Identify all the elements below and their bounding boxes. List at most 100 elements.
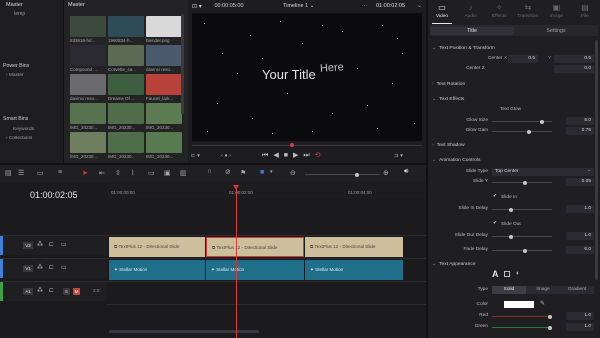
- viewer-options-icon[interactable]: ⊐ ▾: [394, 153, 403, 159]
- frame-corners-icon[interactable]: ⊏ ▾: [191, 153, 200, 159]
- media-clip-thumbnail[interactable]: [108, 45, 144, 66]
- chevron-down-icon[interactable]: ⌄: [417, 2, 422, 9]
- inspector-tab-transition[interactable]: ⇆ Transition: [514, 0, 542, 24]
- stop-icon[interactable]: ■: [284, 152, 293, 159]
- playhead-handle[interactable]: [233, 185, 239, 190]
- slide-out-delay-slider[interactable]: [492, 234, 552, 239]
- glow-gain-field[interactable]: 0.75: [566, 127, 594, 135]
- slide-in-delay-field[interactable]: 1.0: [566, 205, 594, 213]
- viewer-playhead[interactable]: [290, 143, 294, 147]
- media-clip-thumbnail[interactable]: [108, 16, 144, 37]
- clip-view-icon[interactable]: ▭: [37, 169, 44, 177]
- media-clip-thumbnail[interactable]: [70, 132, 106, 153]
- color-swatch[interactable]: [504, 301, 534, 308]
- v2-clip-2[interactable]: ⧉ TextPlus 12 - Directional Slide: [206, 237, 304, 257]
- track-options-icon[interactable]: ≡: [58, 169, 62, 176]
- red-field[interactable]: 1.0: [566, 312, 594, 320]
- timeline-name[interactable]: Timeline 1 ⌄: [283, 3, 314, 9]
- slide-in-checkbox[interactable]: ✔: [493, 194, 497, 199]
- section-text-appearance[interactable]: ⌄ Text Appearance: [432, 261, 598, 267]
- green-field[interactable]: 1.0: [566, 323, 594, 331]
- slide-in-delay-knob[interactable]: [508, 207, 513, 212]
- slide-out-delay-field[interactable]: 1.0: [566, 232, 594, 240]
- type-image[interactable]: Image: [526, 286, 560, 294]
- play-icon[interactable]: ▶: [293, 152, 303, 159]
- type-solid[interactable]: Solid: [492, 286, 526, 294]
- media-clip-thumbnail[interactable]: [70, 16, 106, 37]
- insert-icon[interactable]: ▭: [148, 169, 155, 177]
- subtab-title[interactable]: Title: [430, 27, 514, 35]
- step-back-icon[interactable]: ◀: [273, 152, 283, 159]
- center-y-field[interactable]: 0.5: [554, 55, 594, 63]
- fade-delay-knob[interactable]: [522, 248, 527, 253]
- eyedropper-icon[interactable]: ✎: [540, 300, 545, 307]
- shadow-style-icon[interactable]: ◐: [516, 270, 520, 277]
- green-slider[interactable]: [492, 325, 552, 330]
- green-knob[interactable]: [548, 325, 552, 330]
- fade-delay-slider[interactable]: [492, 248, 552, 253]
- media-clip-thumbnail[interactable]: [146, 132, 182, 153]
- center-x-field[interactable]: 0.5: [508, 55, 538, 63]
- viewer-scrubber[interactable]: [192, 143, 422, 147]
- v1-clip-2[interactable]: ✦ Stellar Motion: [206, 260, 304, 280]
- media-clip-thumbnail[interactable]: [70, 103, 106, 124]
- link-icon[interactable]: ⊘: [225, 168, 231, 176]
- inspector-tab-effects[interactable]: ✧ Effects: [485, 0, 513, 24]
- media-clip-thumbnail[interactable]: [108, 132, 144, 153]
- razor-icon[interactable]: ⌇: [131, 169, 134, 177]
- smart-bin-collections[interactable]: › Collections: [6, 136, 32, 141]
- layout-icon[interactable]: ▤: [5, 169, 12, 177]
- smart-bin-keywords[interactable]: Keywords: [13, 127, 34, 132]
- timeline-playhead[interactable]: [233, 185, 239, 338]
- visibility-icon[interactable]: ▭: [61, 241, 67, 248]
- zoom-out-icon[interactable]: ⊖: [290, 169, 296, 177]
- center-z-field[interactable]: 0.0: [554, 65, 594, 73]
- skip-end-icon[interactable]: ⏭: [303, 152, 314, 159]
- speaker-icon[interactable]: 🔊︎: [404, 168, 408, 176]
- media-clip-thumbnail[interactable]: [108, 103, 144, 124]
- section-text-shadow[interactable]: › Text Shadow: [432, 143, 598, 148]
- lock-icon[interactable]: ⊏: [49, 264, 54, 271]
- slide-out-checkbox[interactable]: ✔: [493, 221, 497, 226]
- skip-start-icon[interactable]: ⏮: [262, 152, 273, 159]
- auto-select-icon[interactable]: ⁂: [37, 264, 43, 271]
- media-clip-thumbnail[interactable]: [146, 45, 182, 66]
- media-clip-thumbnail[interactable]: [146, 16, 182, 37]
- auto-select-icon[interactable]: ⁂: [37, 241, 43, 248]
- glow-size-field[interactable]: 8.0: [566, 117, 594, 125]
- inspector-tab-image[interactable]: ▣ Image: [542, 0, 570, 24]
- zoom-knob[interactable]: [355, 172, 359, 177]
- video-preview[interactable]: Your Title Here: [192, 13, 422, 141]
- solo-button[interactable]: S: [63, 288, 70, 295]
- inspector-tab-video[interactable]: ▭ Video: [428, 0, 456, 24]
- marker-icon[interactable]: ■: [260, 169, 264, 176]
- inspector-tab-file[interactable]: ▤ File: [571, 0, 599, 24]
- glow-gain-slider[interactable]: [492, 129, 552, 134]
- v1-clip-3[interactable]: ✦ Stellar Motion: [305, 260, 403, 280]
- v1-clip-1[interactable]: ✦ Stellar Motion: [109, 260, 205, 280]
- inspector-scrollbar[interactable]: [595, 40, 598, 280]
- section-text-effects[interactable]: ⌄ Text Effects: [432, 96, 598, 102]
- slide-in-delay-slider[interactable]: [492, 207, 552, 212]
- list-icon[interactable]: ☰: [18, 169, 24, 177]
- trim-icon[interactable]: ⇤: [99, 169, 105, 177]
- chevron-down-icon[interactable]: ▾: [270, 169, 273, 175]
- border-style-icon[interactable]: [504, 271, 510, 277]
- replace-icon[interactable]: ▥: [180, 169, 187, 177]
- media-clip-thumbnail[interactable]: [108, 74, 144, 95]
- snapping-icon[interactable]: ∩: [207, 168, 212, 175]
- media-clip-thumbnail[interactable]: [146, 74, 182, 95]
- overwrite-icon[interactable]: ▣: [164, 169, 171, 177]
- mute-button[interactable]: M: [73, 288, 80, 295]
- power-bin-master[interactable]: › Master: [6, 73, 24, 78]
- section-text-rotation[interactable]: › Text Rotation: [432, 82, 598, 87]
- slide-out-delay-knob[interactable]: [508, 234, 513, 239]
- v2-clip-3[interactable]: ⧉ TextPlus 12 - Directional Slide: [305, 237, 403, 257]
- glow-size-knob[interactable]: [539, 119, 544, 124]
- media-clip-thumbnail[interactable]: [146, 103, 182, 124]
- playback-range-control[interactable]: ‹ ● ›: [221, 153, 231, 159]
- subtab-settings[interactable]: Settings: [514, 27, 598, 35]
- slide-y-slider[interactable]: [492, 180, 552, 185]
- red-knob[interactable]: [548, 314, 552, 319]
- red-slider[interactable]: [492, 314, 552, 319]
